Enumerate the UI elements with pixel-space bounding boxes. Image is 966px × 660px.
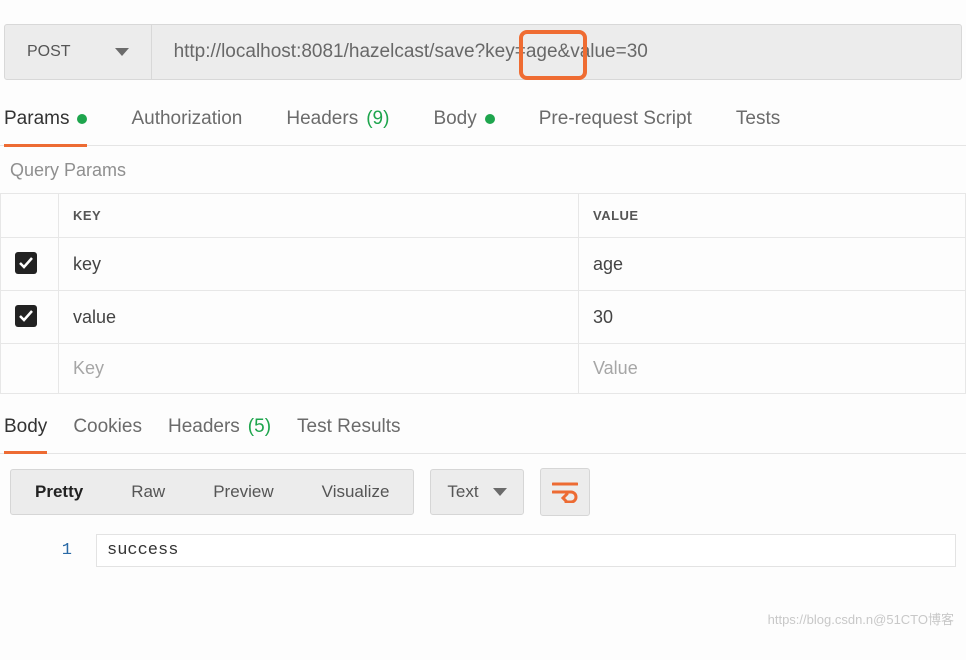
tab-headers[interactable]: Headers (9) — [286, 108, 389, 130]
http-method-label: POST — [27, 43, 71, 61]
line-number: 1 — [10, 541, 96, 560]
language-label: Text — [447, 482, 478, 502]
tab-headers-label: Headers — [286, 108, 358, 130]
response-tabs: Body Cookies Headers (5) Test Results — [0, 394, 966, 438]
response-tab-headers[interactable]: Headers (5) — [168, 416, 271, 438]
view-raw-button[interactable]: Raw — [107, 470, 189, 514]
response-body: 1 success — [0, 526, 966, 567]
tab-params-label: Params — [4, 108, 69, 130]
dot-icon — [485, 114, 495, 124]
param-value-placeholder[interactable]: Value — [579, 344, 966, 394]
table-row: value 30 — [1, 291, 966, 344]
dot-icon — [77, 114, 87, 124]
request-bar: POST http://localhost:8081/hazelcast/sav… — [4, 24, 962, 80]
param-key-placeholder[interactable]: Key — [59, 344, 579, 394]
view-preview-button[interactable]: Preview — [189, 470, 297, 514]
url-input[interactable]: http://localhost:8081/hazelcast/save?key… — [152, 41, 961, 63]
tab-params[interactable]: Params — [4, 108, 87, 147]
chevron-down-icon — [493, 488, 507, 496]
chevron-down-icon — [115, 48, 129, 56]
response-tab-headers-label: Headers — [168, 416, 240, 438]
response-headers-count: (5) — [248, 416, 271, 438]
header-checkbox-cell — [1, 194, 59, 238]
table-row: key age — [1, 238, 966, 291]
checkbox-icon[interactable] — [15, 252, 37, 274]
table-row-placeholder: Key Value — [1, 344, 966, 394]
response-content[interactable]: success — [96, 534, 956, 567]
response-tab-cookies[interactable]: Cookies — [73, 416, 142, 438]
param-value[interactable]: 30 — [579, 291, 966, 344]
tab-tests[interactable]: Tests — [736, 108, 780, 130]
port-highlight-annotation — [519, 30, 587, 80]
view-pretty-button[interactable]: Pretty — [11, 470, 107, 514]
checkbox-icon[interactable] — [15, 305, 37, 327]
response-view-mode: Pretty Raw Preview Visualize — [10, 469, 414, 515]
wrap-lines-button[interactable] — [540, 468, 590, 516]
header-value: VALUE — [579, 194, 966, 238]
tab-body-label: Body — [433, 108, 476, 130]
request-tabs: Params Authorization Headers (9) Body Pr… — [0, 80, 966, 130]
tab-pre-request[interactable]: Pre-request Script — [539, 108, 692, 130]
headers-count: (9) — [366, 108, 389, 130]
wrap-icon — [552, 481, 578, 503]
view-visualize-button[interactable]: Visualize — [298, 470, 414, 514]
watermark: https://blog.csdn.n@51CTO博客 — [768, 609, 954, 628]
tab-authorization[interactable]: Authorization — [131, 108, 242, 130]
param-key[interactable]: value — [59, 291, 579, 344]
row-checkbox-cell — [1, 238, 59, 291]
tab-body[interactable]: Body — [433, 108, 494, 130]
query-params-table: KEY VALUE key age value 30 Key Value — [0, 193, 966, 394]
http-method-select[interactable]: POST — [5, 25, 152, 79]
param-value[interactable]: age — [579, 238, 966, 291]
response-tab-body[interactable]: Body — [4, 416, 47, 454]
response-toolbar: Pretty Raw Preview Visualize Text — [0, 454, 966, 526]
response-tab-test-results[interactable]: Test Results — [297, 416, 400, 438]
query-params-title: Query Params — [0, 146, 966, 193]
response-language-select[interactable]: Text — [430, 469, 523, 515]
param-key[interactable]: key — [59, 238, 579, 291]
table-header-row: KEY VALUE — [1, 194, 966, 238]
header-key: KEY — [59, 194, 579, 238]
